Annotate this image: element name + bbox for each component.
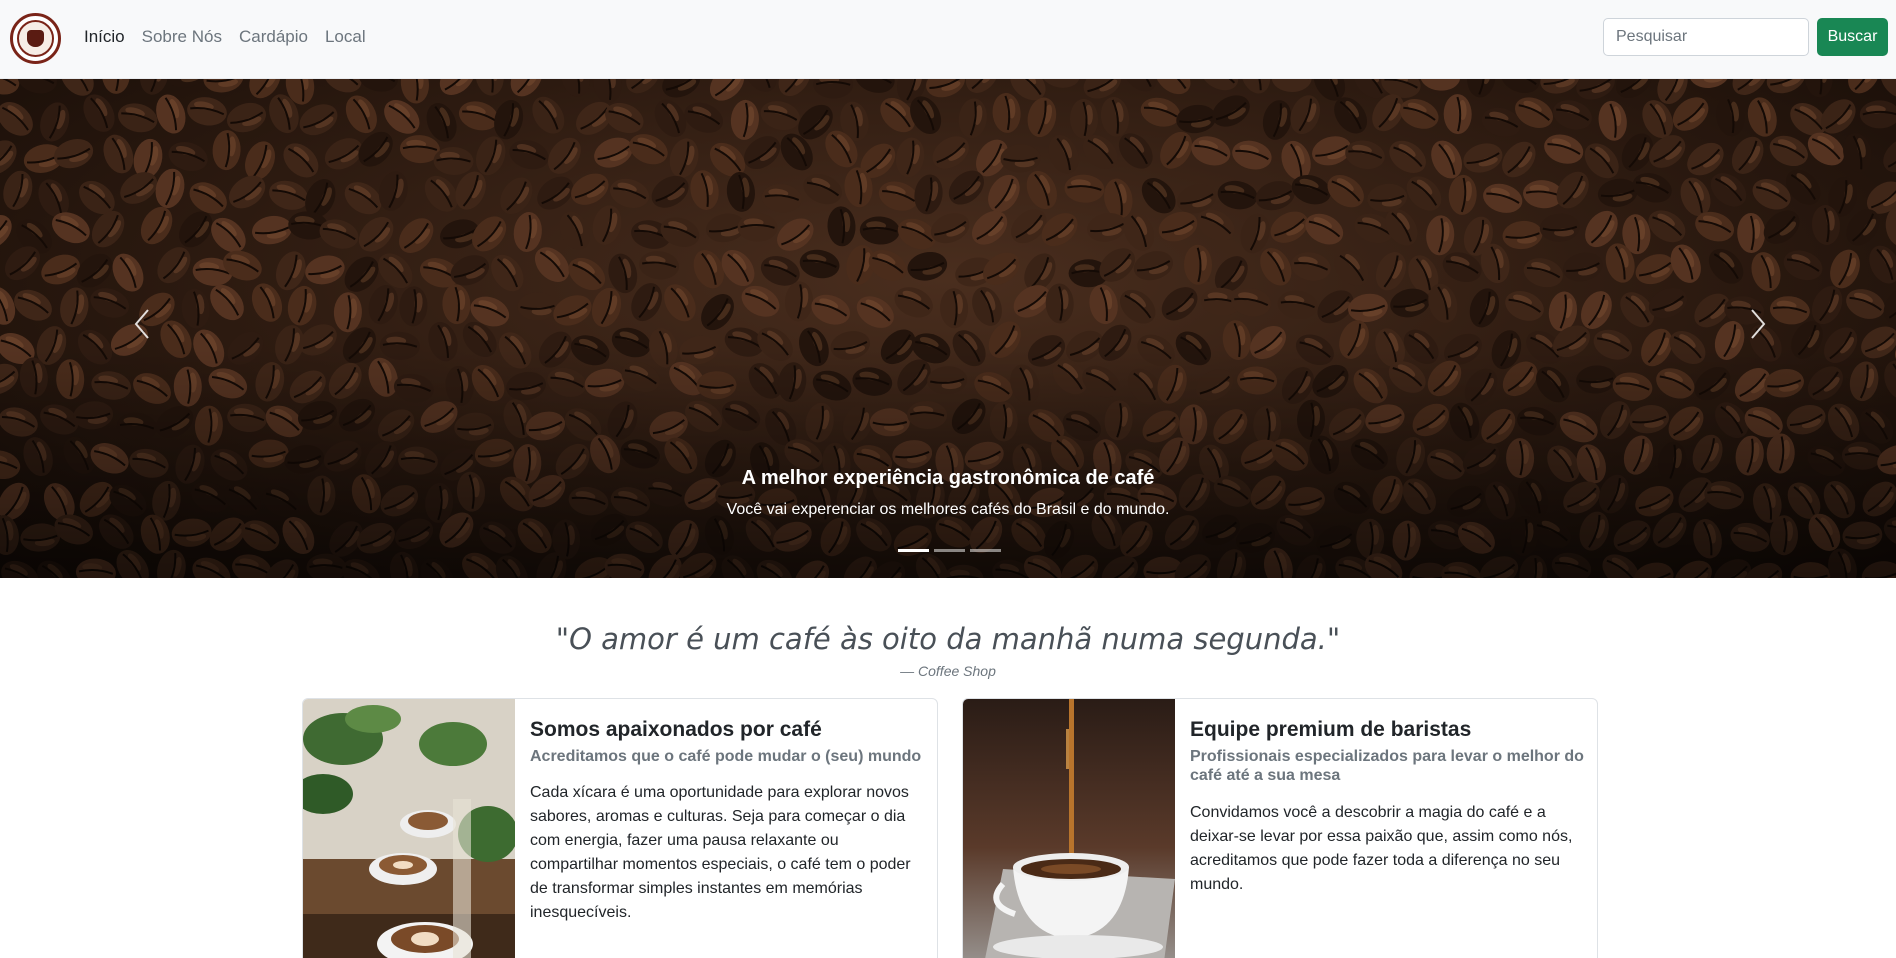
hero-title: A melhor experiência gastronômica de caf… [741,467,1155,489]
navbar: Início Sobre Nós Cardápio Local Buscar [0,0,1896,79]
card-text: Cada xícara é uma oportunidade para expl… [530,784,911,922]
quote-text: "O amor é um café às oito da manhã numa … [555,622,1341,656]
carousel-next-button[interactable] [1738,294,1778,354]
coffee-pour-illustration [963,699,1175,958]
nav-link-inicio[interactable]: Início [84,27,125,47]
nav-link-cardapio[interactable]: Cardápio [239,27,308,47]
carousel-indicators [898,549,1001,552]
carousel-indicator-1[interactable] [898,549,929,552]
latte-illustration [303,699,515,958]
card-text: Convidamos você a descobrir a magia do c… [1190,803,1573,893]
carousel-indicator-2[interactable] [934,549,965,552]
coffee-cup-icon [27,30,44,47]
card-apaixonados: Somos apaixonados por café Acreditamos q… [302,698,938,958]
quote-author: — Coffee Shop [900,663,996,679]
card-title: Equipe premium de baristas [1190,718,1472,741]
card-title: Somos apaixonados por café [530,718,822,741]
carousel-indicator-3[interactable] [970,549,1001,552]
hero-subtitle: Você vai experenciar os melhores cafés d… [726,501,1170,518]
hero-shade [0,348,1896,578]
nav-link-local[interactable]: Local [325,27,366,47]
search-input[interactable] [1603,18,1809,56]
nav-links: Início Sobre Nós Cardápio Local [84,27,366,47]
chevron-right-icon [1751,309,1766,339]
coffee-shop-logo[interactable] [10,13,61,64]
card-body: Somos apaixonados por café Acreditamos q… [530,717,925,925]
coffee-pour-image [963,699,1175,958]
search-button[interactable]: Buscar [1817,18,1888,56]
card-baristas: Equipe premium de baristas Profissionais… [962,698,1598,958]
card-subtitle: Profissionais especializados para levar … [1190,748,1584,785]
hero-carousel: A melhor experiência gastronômica de caf… [0,79,1896,578]
carousel-prev-button[interactable] [122,294,162,354]
latte-plants-image [303,699,515,958]
card-body: Equipe premium de baristas Profissionais… [1190,717,1585,897]
nav-link-sobre-nos[interactable]: Sobre Nós [142,27,222,47]
chevron-left-icon [134,309,149,339]
card-subtitle: Acreditamos que o café pode mudar o (seu… [530,748,922,766]
